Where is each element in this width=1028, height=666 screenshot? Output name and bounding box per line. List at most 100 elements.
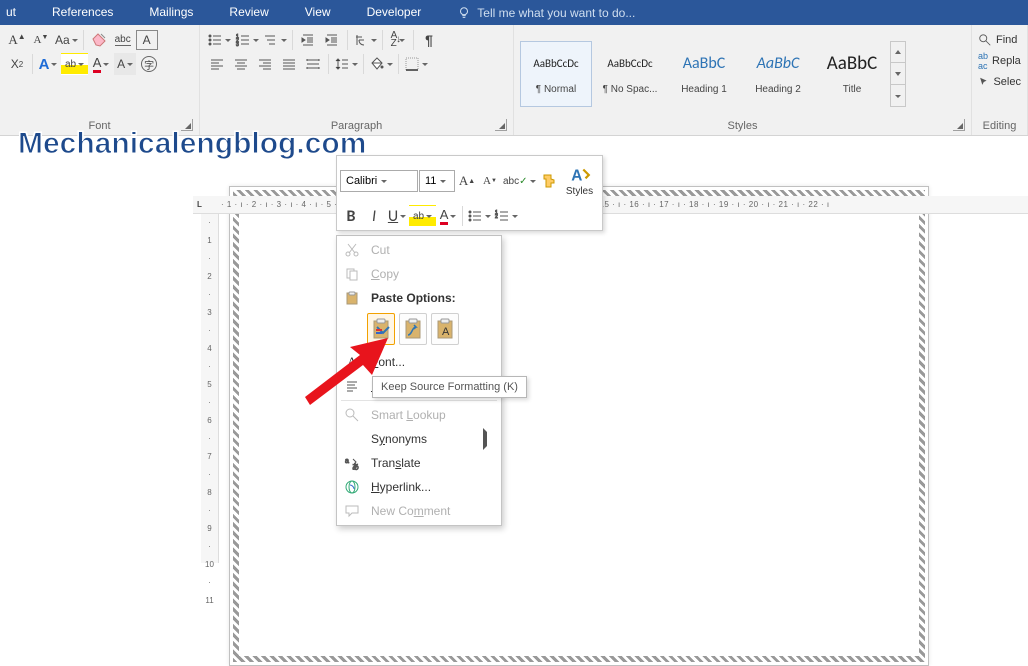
find-button[interactable]: Find xyxy=(978,33,1021,47)
svg-text:あ: あ xyxy=(352,463,359,471)
paste-merge[interactable] xyxy=(399,313,427,345)
group-font: A▲ A▼ Aa abc A X2 A ab A A 字 Font xyxy=(0,25,200,135)
grow-font-button[interactable]: A▲ xyxy=(6,29,28,51)
ctx-copy[interactable]: Copy xyxy=(337,262,501,286)
mini-bullets[interactable] xyxy=(466,205,492,227)
group-styles: AaBbCcDc¶ Normal AaBbCcDc¶ No Spac... Aa… xyxy=(514,25,972,135)
mini-toolbar: Calibri 11 A▲ A▼ abc✓ A Styles B I U ab … xyxy=(336,155,603,231)
asian-layout-button[interactable] xyxy=(352,29,378,51)
select-button[interactable]: Selec xyxy=(978,75,1021,89)
horizontal-ruler[interactable]: L · 1 · ı · 2 · ı · 3 · ı · 4 · ı · 5 · … xyxy=(193,196,1028,214)
style-normal[interactable]: AaBbCcDc¶ Normal xyxy=(520,41,592,107)
style-title[interactable]: AaBbCTitle xyxy=(816,41,888,107)
svg-text:3: 3 xyxy=(236,42,239,48)
tab-references[interactable]: References xyxy=(34,0,131,25)
annotation-arrow xyxy=(300,335,390,410)
ctx-hyperlink[interactable]: Hyperlink... xyxy=(337,475,501,499)
chevron-right-icon xyxy=(483,432,491,446)
align-right-button[interactable] xyxy=(254,53,276,75)
mini-italic[interactable]: I xyxy=(363,205,385,227)
group-paragraph: 123 AZ↓ ¶ xyxy=(200,25,514,135)
shrink-font-button[interactable]: A▼ xyxy=(30,29,52,51)
translate-icon: aあ xyxy=(344,455,360,471)
tab-developer[interactable]: Developer xyxy=(349,0,440,25)
tab-view[interactable]: View xyxy=(287,0,349,25)
tab-review[interactable]: Review xyxy=(211,0,286,25)
char-shading-button[interactable]: A xyxy=(114,53,136,75)
group-styles-label: Styles xyxy=(728,120,758,132)
style-heading2[interactable]: AaBbCHeading 2 xyxy=(742,41,814,107)
clear-formatting-button[interactable] xyxy=(88,29,110,51)
increase-indent-button[interactable] xyxy=(321,29,343,51)
mini-numbering[interactable]: 12 xyxy=(493,205,519,227)
styles-dialog-launcher[interactable] xyxy=(953,119,965,131)
mini-highlight[interactable]: ab xyxy=(409,205,436,227)
scroll-up-icon[interactable] xyxy=(891,42,905,63)
paste-text-only[interactable]: A xyxy=(431,313,459,345)
ctx-new-comment[interactable]: New Comment xyxy=(337,499,501,523)
mini-styles-button[interactable]: A Styles xyxy=(561,159,599,203)
styles-gallery: AaBbCcDc¶ Normal AaBbCcDc¶ No Spac... Aa… xyxy=(520,41,965,107)
tell-me-search[interactable]: Tell me what you want to do... xyxy=(439,0,635,25)
mini-format-painter[interactable] xyxy=(538,170,560,192)
superscript-button[interactable]: X2 xyxy=(6,53,28,75)
align-center-button[interactable] xyxy=(230,53,252,75)
ruler-tab-indicator: L xyxy=(197,200,202,209)
tab-layout-partial[interactable]: ut xyxy=(0,0,34,25)
shading-button[interactable] xyxy=(368,53,394,75)
mini-font-combo[interactable]: Calibri xyxy=(340,170,418,192)
replace-button[interactable]: abacRepla xyxy=(978,51,1021,71)
mini-bold[interactable]: B xyxy=(340,205,362,227)
borders-button[interactable] xyxy=(403,53,429,75)
style-heading1[interactable]: AaBbCHeading 1 xyxy=(668,41,740,107)
group-editing-label: Editing xyxy=(983,120,1017,132)
watermark-text: Mechanicalengblog.com xyxy=(18,129,366,159)
ctx-translate[interactable]: aあTranslate xyxy=(337,451,501,475)
bullets-button[interactable] xyxy=(206,29,232,51)
decrease-indent-button[interactable] xyxy=(297,29,319,51)
vertical-ruler[interactable]: ·1·2·3·4·5·6·7·8·9·10·11 xyxy=(201,214,219,563)
mini-spellcheck[interactable]: abc✓ xyxy=(502,170,537,192)
enclose-chars-button[interactable]: 字 xyxy=(138,53,160,75)
comment-icon xyxy=(344,503,360,519)
svg-text:A: A xyxy=(571,167,582,184)
page[interactable] xyxy=(229,186,929,666)
expand-gallery-icon[interactable] xyxy=(891,84,905,106)
ribbon-tabs: ut References Mailings Review View Devel… xyxy=(0,0,1028,25)
paragraph-dialog-launcher[interactable] xyxy=(495,119,507,131)
align-left-button[interactable] xyxy=(206,53,228,75)
multilevel-button[interactable] xyxy=(262,29,288,51)
phonetic-guide-button[interactable]: abc xyxy=(112,29,134,51)
scroll-down-icon[interactable] xyxy=(891,62,905,84)
tooltip: Keep Source Formatting (K) xyxy=(372,376,527,398)
tell-me-placeholder: Tell me what you want to do... xyxy=(477,6,635,20)
mini-font-color[interactable]: A xyxy=(437,205,459,227)
tab-mailings[interactable]: Mailings xyxy=(131,0,211,25)
highlight-button[interactable]: ab xyxy=(61,53,88,75)
lightbulb-icon xyxy=(457,6,471,20)
font-color-button[interactable]: A xyxy=(90,53,112,75)
change-case-button[interactable]: Aa xyxy=(54,29,79,51)
numbering-button[interactable]: 123 xyxy=(234,29,260,51)
justify-button[interactable] xyxy=(278,53,300,75)
styles-gallery-scroll[interactable] xyxy=(890,41,906,107)
distribute-button[interactable] xyxy=(302,53,324,75)
sort-button[interactable]: AZ↓ xyxy=(387,29,409,51)
svg-text:2: 2 xyxy=(495,214,498,220)
show-marks-button[interactable]: ¶ xyxy=(418,29,440,51)
ctx-cut[interactable]: Cut xyxy=(337,238,501,262)
char-border-button[interactable]: A xyxy=(136,30,158,50)
link-icon xyxy=(344,479,360,495)
svg-text:a: a xyxy=(345,458,349,465)
mini-underline[interactable]: U xyxy=(386,205,408,227)
ribbon: A▲ A▼ Aa abc A X2 A ab A A 字 Font xyxy=(0,25,1028,136)
mini-size-combo[interactable]: 11 xyxy=(419,170,455,192)
ctx-paste-header: Paste Options: xyxy=(337,286,501,310)
text-effects-button[interactable]: A xyxy=(37,53,59,75)
style-no-spacing[interactable]: AaBbCcDc¶ No Spac... xyxy=(594,41,666,107)
mini-shrink-font[interactable]: A▼ xyxy=(479,170,501,192)
ctx-synonyms[interactable]: Synonyms xyxy=(337,427,501,451)
mini-grow-font[interactable]: A▲ xyxy=(456,170,478,192)
line-spacing-button[interactable] xyxy=(333,53,359,75)
group-editing: Find abacRepla Selec Editing xyxy=(972,25,1028,135)
